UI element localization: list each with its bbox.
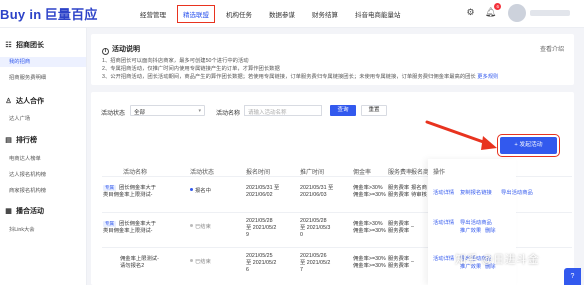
sidebar-item-influencer-ranking[interactable]: 电商达人榜单 [9, 154, 41, 162]
status-dot [190, 188, 193, 191]
copy-signup-link[interactable]: 复制报名链接 [460, 190, 492, 197]
table-row-1-name: 专属 团长佣金率大于 类目佣金率上限测试- [103, 185, 157, 198]
col-header-commission: 佣金率 [353, 170, 372, 176]
table-row-3-promo: 2021/05/26 至 2021/05/2 7 [300, 253, 331, 273]
nav-finance-settlement[interactable]: 财务结算 [312, 9, 338, 19]
sidebar-group-events[interactable]: ▦ 播合活动 [5, 206, 44, 216]
settings-icon[interactable]: ⚙ [465, 7, 476, 18]
sidebar-item-influencer-plaza[interactable]: 达人广场 [9, 114, 30, 122]
activity-notice-card: i 活动说明 查看介绍 1、招商团长可以面向抖店商家，最多可创建50个进行中的活动… [91, 34, 574, 85]
launch-activity-button[interactable]: + 发起活动 [497, 134, 560, 157]
delete-link[interactable]: 删除 [485, 228, 496, 235]
notification-count-badge: 6 [494, 3, 501, 10]
table-row-1-commission: 佣金率>30% 佣金率>=30% [353, 185, 386, 198]
sidebar-group-rankings[interactable]: ▤ 排行榜 [5, 135, 37, 145]
table-row-3-applicants: – [411, 259, 414, 265]
user-icon: ♙ [5, 97, 12, 105]
query-button[interactable]: 查询 [330, 105, 356, 116]
nav-data-advisor[interactable]: 数据参谋 [269, 9, 295, 19]
table-row-1-service-fee: 服务费率 服务费率 [388, 185, 410, 198]
status-filter-select[interactable]: 全部 ▾ [130, 105, 205, 116]
status-dot [190, 259, 193, 262]
sidebar-item-merchant-agency-ranking[interactable]: 商家报名机构榜 [9, 186, 46, 194]
activity-details-link[interactable]: 活动详情 [433, 190, 454, 197]
col-header-promo-time: 推广时间 [300, 170, 325, 176]
sidebar-item-my-merchants[interactable]: 我的招商 [0, 57, 86, 67]
export-products-link[interactable]: 导出活动商品 [460, 220, 492, 227]
table-row-2-status: 已结束 [190, 224, 211, 231]
notice-title: i 活动说明 [102, 44, 140, 55]
people-icon: ☷ [5, 41, 12, 49]
table-row-2-name: 专属 团长佣金率大于 类目佣金率上限测试- [103, 221, 157, 234]
notification-bell-icon[interactable]: 🔔︎ 6 [485, 3, 501, 18]
activity-name-input[interactable]: 请输入活动名称 [244, 105, 322, 116]
main-nav: 经营管理 精选联盟 机构任务 数据参谋 财务结算 抖音电商能量站 [140, 0, 418, 28]
activity-details-link[interactable]: 活动详情 [433, 256, 454, 263]
sidebar-item-service-fee-details[interactable]: 招商服务费明细 [9, 73, 46, 81]
col-header-status: 活动状态 [190, 170, 215, 176]
notice-line-1: 1、招商团长可以面向抖店商家，最多可创建50个进行中的活动 [102, 58, 249, 64]
view-introduction-link[interactable]: 查看介绍 [540, 44, 564, 53]
sidebar-group-influencer-cooperation[interactable]: ♙ 达人合作 [5, 96, 44, 106]
table-row-3-commission: 佣金率>=30% 佣金率>=30% [353, 256, 386, 269]
table-row-2-signup: 2021/05/28 至 2021/05/2 9 [246, 218, 277, 238]
table-row-3-signup: 2021/05/25 至 2021/05/2 6 [246, 253, 277, 273]
reset-button[interactable]: 重置 [361, 105, 387, 116]
table-row-1-status: 报名中 [190, 188, 211, 195]
chevron-down-icon: ▾ [198, 108, 201, 114]
table-row-2-commission: 佣金率>30% 佣金率>=30% [353, 221, 386, 234]
notice-line-2: 2、专属招商活动，仅推广时间内使用专属链接产生的订单，才算作团长数据 [102, 66, 280, 72]
col-header-applicants: 报名商 [411, 170, 430, 176]
user-avatar[interactable] [508, 4, 526, 22]
zhihu-watermark: 知乎 @日进斗金 [455, 254, 540, 266]
table-row-2-applicants: – [411, 224, 414, 230]
table-row-1-signup: 2021/05/31 至 2021/06/02 [246, 185, 280, 198]
export-products-link[interactable]: 导出活动商品 [501, 190, 533, 197]
red-arrow-annotation [425, 120, 497, 150]
brand-logo[interactable]: Buy in 巨量百应 [0, 4, 98, 23]
sidebar-item-influencer-agency-ranking[interactable]: 达人报名机构榜 [9, 170, 46, 178]
table-row-3-service-fee: 服务费率 服务费率 [388, 256, 410, 269]
top-navigation-bar: Buy in 巨量百应 经营管理 精选联盟 机构任务 数据参谋 财务结算 抖音电商… [0, 0, 584, 28]
user-name-redacted[interactable] [530, 10, 570, 16]
table-row-2-service-fee: 服务费率 服务费率 [388, 221, 410, 234]
table-row-3-name: 佣金率上限测试- 请勿报名2 [120, 256, 159, 269]
nav-business-management[interactable]: 经营管理 [140, 9, 166, 19]
activity-details-link[interactable]: 活动详情 [433, 220, 454, 227]
info-icon: i [102, 48, 109, 55]
table-row-3-status: 已结束 [190, 259, 211, 266]
sidebar: ☷ 招商团长 我的招商 招商服务费明细 ♙ 达人合作 达人广场 ▤ 排行榜 电商达人榜… [0, 28, 87, 285]
grid-icon: ▦ [5, 207, 12, 215]
col-header-operations: 操作 [433, 170, 446, 176]
col-header-service-fee: 服务费率 [388, 170, 413, 176]
nav-selected-alliance[interactable]: 精选联盟 [177, 5, 215, 23]
name-filter-label: 活动名称 [216, 111, 241, 117]
ranking-icon: ▤ [5, 136, 12, 144]
col-header-name: 活动名称 [123, 170, 148, 176]
help-icon[interactable]: ? [564, 268, 581, 285]
nav-energy-station[interactable]: 抖音电商能量站 [355, 9, 401, 19]
promotion-effect-link[interactable]: 推广效果 [460, 228, 481, 235]
more-rules-link[interactable]: 更多规则 [477, 74, 498, 80]
sidebar-item-douyin-link-conference[interactable]: 抖Link大会 [9, 225, 35, 233]
exclusive-tag: 专属 [103, 221, 116, 227]
table-row-1-promo: 2021/05/31 至 2021/06/03 [300, 185, 334, 198]
status-filter-label: 活动状态 [101, 111, 126, 117]
logo-chinese-text: 巨量百应 [44, 7, 98, 22]
logo-text: Buy in [0, 7, 42, 22]
table-row-2-promo: 2021/05/28 至 2021/05/3 0 [300, 218, 331, 238]
nav-agency-tasks[interactable]: 机构任务 [226, 9, 252, 19]
status-dot [190, 224, 193, 227]
col-header-signup-time: 报名时间 [246, 170, 271, 176]
sidebar-group-merchant-leader[interactable]: ☷ 招商团长 [5, 40, 44, 50]
table-row-1-applicants: 报名商 待审核 [411, 185, 427, 198]
exclusive-tag: 专属 [103, 185, 116, 191]
notice-line-3: 3、公开招商活动，团长活动期间，商品产生的算作团长数据；若使用专属链接，订单服务… [102, 74, 499, 80]
